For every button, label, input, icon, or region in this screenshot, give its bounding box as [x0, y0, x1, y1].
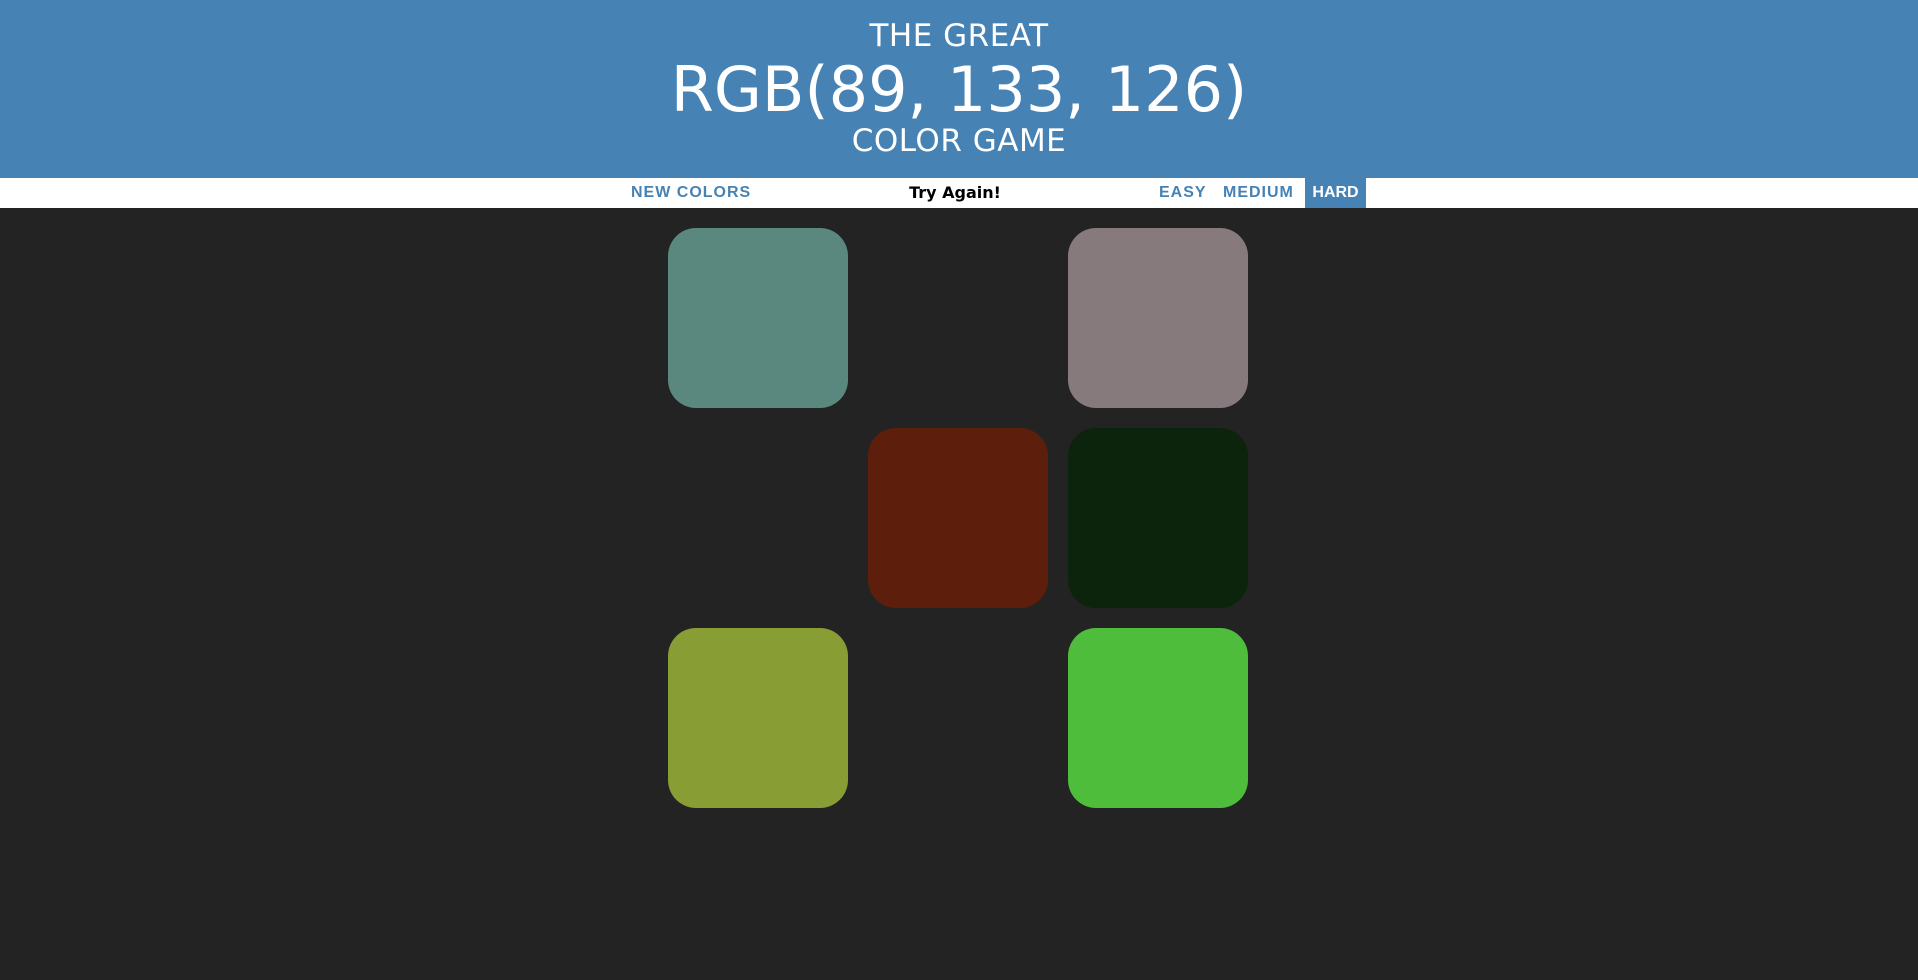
new-colors-button[interactable]: NEW COLORS — [625, 178, 757, 208]
color-square-3[interactable] — [1068, 228, 1248, 408]
medium-mode-button[interactable]: MEDIUM — [1217, 178, 1300, 208]
color-square-8[interactable] — [868, 628, 1048, 808]
color-square-4[interactable] — [668, 428, 848, 608]
color-square-1[interactable] — [668, 228, 848, 408]
control-stripe: NEW COLORS Try Again! EASY MEDIUM HARD — [0, 178, 1918, 208]
color-square-5[interactable] — [868, 428, 1048, 608]
color-square-9[interactable] — [1068, 628, 1248, 808]
easy-mode-button[interactable]: EASY — [1153, 178, 1213, 208]
target-color-display: RGB(89, 133, 126) — [670, 53, 1248, 126]
title-line-the-great: THE GREAT — [869, 18, 1049, 54]
color-square-2[interactable] — [868, 228, 1048, 408]
hard-mode-button[interactable]: HARD — [1305, 178, 1366, 208]
color-square-6[interactable] — [1068, 428, 1248, 608]
title-line-color-game: COLOR GAME — [851, 123, 1067, 159]
header: THE GREAT RGB(89, 133, 126) COLOR GAME — [0, 0, 1918, 178]
result-message: Try Again! — [909, 183, 1001, 202]
color-square-7[interactable] — [668, 628, 848, 808]
